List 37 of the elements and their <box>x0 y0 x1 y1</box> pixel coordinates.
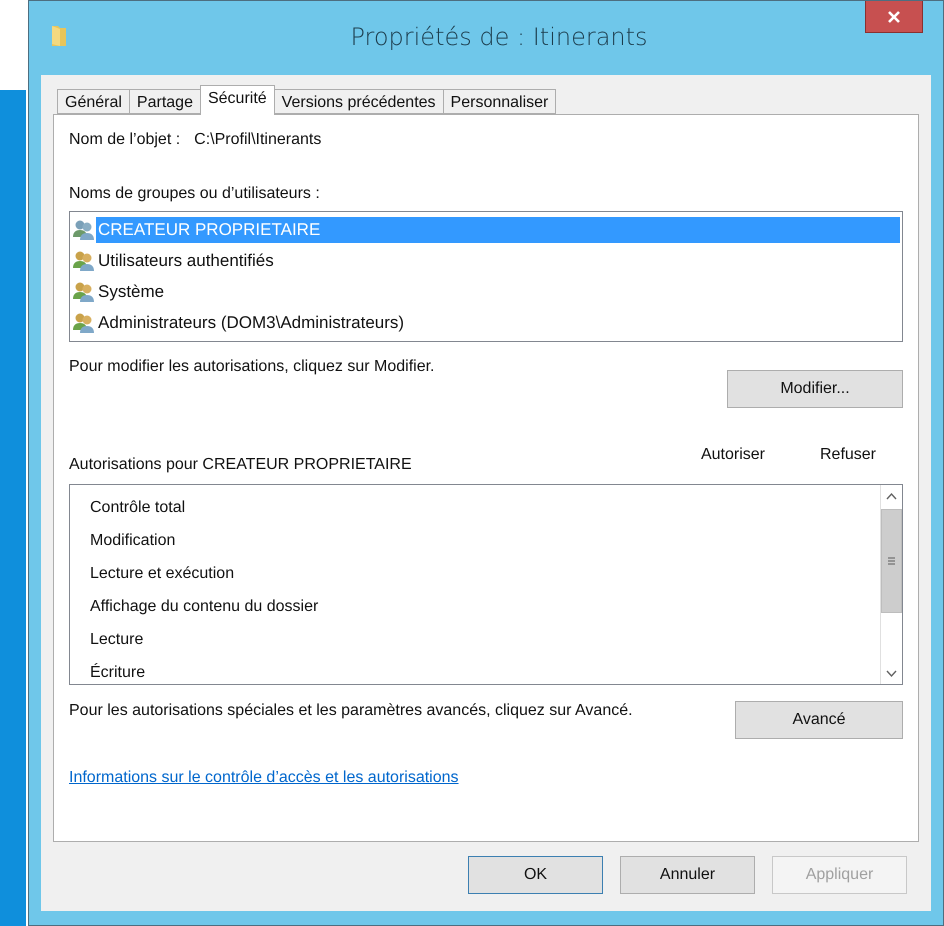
scroll-thumb[interactable] <box>881 509 902 613</box>
object-name-value: C:\Profil\Itinerants <box>194 131 322 149</box>
dialog-button[interactable]: Annuler <box>620 856 755 894</box>
group-item[interactable]: Utilisateurs authentifiés <box>96 248 276 274</box>
users-icon <box>72 280 96 303</box>
folder-icon <box>51 23 67 47</box>
column-header: Autoriser <box>700 446 766 464</box>
groups-label: Noms de groupes ou d’utilisateurs : <box>69 185 321 203</box>
close-icon <box>888 10 900 22</box>
permissions-label: Autorisations pour CREATEUR PROPRIETAIRE <box>69 456 413 474</box>
column-header: Refuser <box>818 446 878 464</box>
permission-item: Écriture <box>90 662 146 683</box>
object-name-label: Nom de l’objet : <box>69 131 180 149</box>
users-icon <box>72 219 96 242</box>
tab[interactable]: Versions précédentes <box>274 89 444 114</box>
tab[interactable]: Personnaliser <box>442 89 556 114</box>
tab[interactable]: Partage <box>128 89 201 114</box>
advanced-hint: Pour les autorisations spéciales et les paramètres avancés, cliquez sur Avancé. <box>69 701 634 721</box>
modify-hint: Pour modifier les autorisations, cliquez sur Modifier. <box>69 358 434 376</box>
close-button[interactable] <box>865 1 923 33</box>
permission-item: Lecture et exécution <box>90 564 236 584</box>
users-icon <box>72 250 96 272</box>
window-title: Propriétés de : Itinerants <box>349 23 649 51</box>
dialog-button[interactable]: OK <box>468 856 603 894</box>
permission-item: Modification <box>90 531 176 551</box>
permission-item: Contrôle total <box>90 498 186 518</box>
help-link[interactable]: Informations sur le contrôle d’accès et les autorisations <box>69 769 459 787</box>
permission-item: Affichage du contenu du dossier <box>90 597 320 617</box>
scrollbar[interactable] <box>880 485 902 684</box>
group-item[interactable]: Système <box>96 278 166 305</box>
permission-item: Lecture <box>90 630 144 650</box>
advanced-button[interactable]: Avancé <box>735 701 903 739</box>
modify-button[interactable]: Modifier... <box>727 370 903 408</box>
tab[interactable]: Sécurité <box>200 85 275 115</box>
group-item[interactable]: Administrateurs (DOM3\Administrateurs) <box>96 310 406 336</box>
users-icon <box>72 312 96 334</box>
tab[interactable]: Général <box>57 89 130 114</box>
